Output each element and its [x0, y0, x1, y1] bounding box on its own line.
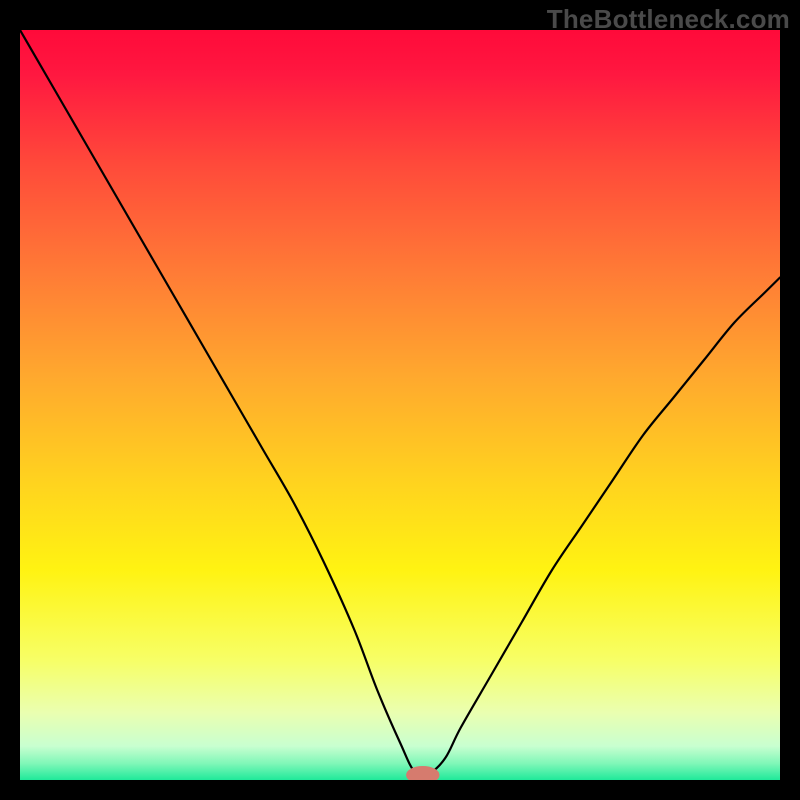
chart-frame: TheBottleneck.com [0, 0, 800, 800]
watermark-text: TheBottleneck.com [547, 4, 790, 35]
chart-svg [20, 30, 780, 780]
plot-area [20, 30, 780, 780]
